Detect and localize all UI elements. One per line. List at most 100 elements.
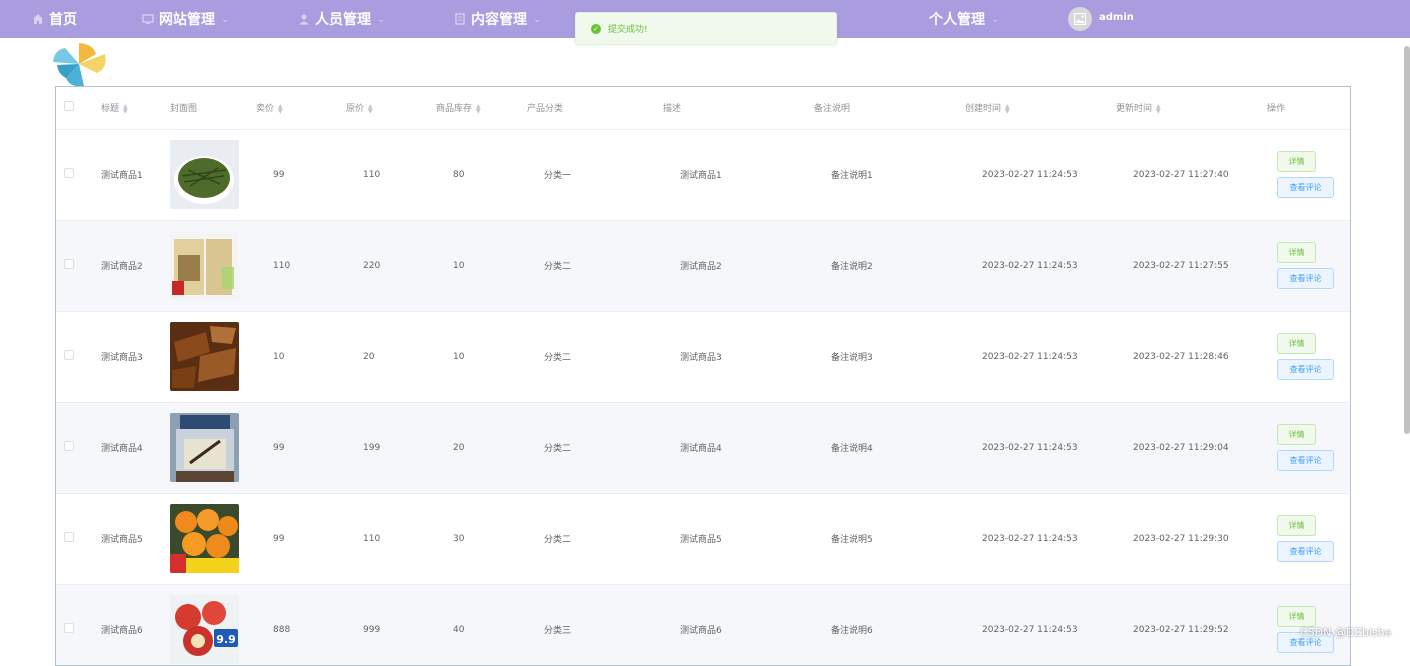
avatar[interactable] bbox=[1068, 7, 1092, 31]
chevron-down-icon: ⌄ bbox=[991, 13, 1000, 25]
column-header-note: 备注说明 bbox=[814, 87, 965, 130]
cell-note: 备注说明3 bbox=[814, 311, 965, 403]
cell-created: 2023-02-27 11:24:53 bbox=[965, 311, 1116, 403]
cell-title: 测试商品1 bbox=[101, 129, 170, 221]
column-header-cover: 封面图 bbox=[170, 87, 256, 130]
row-checkbox[interactable] bbox=[64, 441, 74, 451]
cell-note: 备注说明1 bbox=[814, 129, 965, 221]
cell-created: 2023-02-27 11:24:53 bbox=[965, 493, 1116, 585]
nav-staff-management[interactable]: 人员管理 ⌄ bbox=[298, 0, 385, 38]
cell-category: 分类二 bbox=[527, 493, 663, 585]
cell-created: 2023-02-27 11:24:53 bbox=[965, 220, 1116, 312]
select-all-checkbox[interactable] bbox=[64, 101, 74, 112]
row-checkbox[interactable] bbox=[64, 350, 74, 360]
cell-updated: 2023-02-27 11:29:30 bbox=[1116, 493, 1267, 585]
toast-message: 提交成功! bbox=[608, 25, 648, 35]
column-header-title[interactable]: 标题 ▲ ▼ bbox=[101, 87, 170, 130]
column-header-updated[interactable]: 更新时间 ▲ ▼ bbox=[1116, 87, 1267, 130]
oranges-image[interactable] bbox=[170, 504, 239, 573]
cell-category: 分类二 bbox=[527, 311, 663, 403]
view-reviews-button[interactable]: 查看评论 bbox=[1277, 268, 1334, 289]
nav-staff-management-label: 人员管理 bbox=[315, 12, 371, 28]
watermark: CSDN @DZbishe bbox=[1300, 626, 1392, 639]
column-header-created[interactable]: 创建时间 ▲ ▼ bbox=[965, 87, 1116, 130]
tea-box-image[interactable] bbox=[170, 231, 239, 300]
table-row[interactable]: 测试商品4 99 199 20 分类二 测试商品4 备注说明4 2023-02-27 11:2… bbox=[56, 402, 1350, 494]
green-tea-image[interactable] bbox=[170, 140, 239, 209]
detail-button[interactable]: 详情 bbox=[1277, 242, 1316, 263]
nav-site-management[interactable]: 网站管理 ⌄ bbox=[142, 0, 229, 38]
cell-category: 分类二 bbox=[527, 220, 663, 312]
cell-created: 2023-02-27 11:24:53 bbox=[965, 129, 1116, 221]
nav-home[interactable]: 首页 bbox=[32, 0, 77, 38]
row-checkbox[interactable] bbox=[64, 532, 74, 542]
cell-original-price: 110 bbox=[346, 129, 436, 221]
document-icon bbox=[455, 13, 465, 25]
column-header-original-price[interactable]: 原价 ▲ ▼ bbox=[346, 87, 436, 130]
cell-original-price: 110 bbox=[346, 493, 436, 585]
cell-note: 备注说明4 bbox=[814, 402, 965, 494]
cell-note: 备注说明5 bbox=[814, 493, 965, 585]
cell-original-price: 199 bbox=[346, 402, 436, 494]
detail-button[interactable]: 详情 bbox=[1277, 515, 1316, 536]
cell-price: 888 bbox=[256, 584, 346, 665]
cell-created: 2023-02-27 11:24:53 bbox=[965, 402, 1116, 494]
cell-price: 99 bbox=[256, 493, 346, 585]
sort-icon[interactable]: ▲ ▼ bbox=[278, 103, 283, 114]
row-checkbox[interactable] bbox=[64, 168, 74, 178]
sort-icon[interactable]: ▲ ▼ bbox=[123, 103, 128, 114]
sort-icon[interactable]: ▲ ▼ bbox=[1156, 103, 1161, 114]
cell-title: 测试商品6 bbox=[101, 584, 170, 665]
row-checkbox[interactable] bbox=[64, 623, 74, 633]
column-header-description: 描述 bbox=[663, 87, 814, 130]
cell-stock: 30 bbox=[436, 493, 527, 585]
cell-stock: 40 bbox=[436, 584, 527, 665]
product-table: 标题 ▲ ▼ 封面图 卖价 ▲ ▼ 原价 ▲ ▼ 商品库存 ▲ ▼ 产品分类 描述 备注说明 创… bbox=[55, 86, 1351, 666]
table-row[interactable]: 测试商品3 10 20 10 分类二 测试商品3 备注说明3 2023-02-27 11:24… bbox=[56, 311, 1350, 403]
detail-button[interactable]: 详情 bbox=[1277, 151, 1316, 172]
cell-description: 测试商品3 bbox=[663, 311, 814, 403]
cell-updated: 2023-02-27 11:28:46 bbox=[1116, 311, 1267, 403]
view-reviews-button[interactable]: 查看评论 bbox=[1277, 177, 1334, 198]
table-row[interactable]: 测试商品6 9.9 888 999 40 分类三 测试商品6 备注说明6 2023-02-27 … bbox=[56, 584, 1350, 665]
cell-updated: 2023-02-27 11:27:40 bbox=[1116, 129, 1267, 221]
detail-button[interactable]: 详情 bbox=[1277, 424, 1316, 445]
row-checkbox[interactable] bbox=[64, 259, 74, 269]
nav-personal-management[interactable]: 个人管理 ⌄ bbox=[929, 0, 999, 38]
view-reviews-button[interactable]: 查看评论 bbox=[1277, 359, 1334, 380]
view-reviews-button[interactable]: 查看评论 bbox=[1277, 541, 1334, 562]
table-row[interactable]: 测试商品2 110 220 10 分类二 测试商品2 备注说明2 2023-02-27 11:… bbox=[56, 220, 1350, 312]
cell-stock: 20 bbox=[436, 402, 527, 494]
table-row[interactable]: 测试商品1 99 110 80 分类一 测试商品1 备注说明1 2023-02-27 11:2… bbox=[56, 129, 1350, 221]
home-icon bbox=[33, 14, 43, 24]
table-row[interactable]: 测试商品5 99 110 30 分类二 测试商品5 备注说明5 2023-02-27 11:2… bbox=[56, 493, 1350, 585]
sort-icon[interactable]: ▲ ▼ bbox=[1005, 103, 1010, 114]
apples-image[interactable]: 9.9 bbox=[170, 595, 239, 664]
sort-icon[interactable]: ▲ ▼ bbox=[368, 103, 373, 114]
view-reviews-button[interactable]: 查看评论 bbox=[1277, 450, 1334, 471]
jar-image[interactable] bbox=[170, 413, 239, 482]
nav-site-management-label: 网站管理 bbox=[159, 12, 215, 28]
cell-category: 分类三 bbox=[527, 584, 663, 665]
cell-original-price: 220 bbox=[346, 220, 436, 312]
cell-title: 测试商品4 bbox=[101, 402, 170, 494]
cell-updated: 2023-02-27 11:27:55 bbox=[1116, 220, 1267, 312]
svg-text:9.9: 9.9 bbox=[216, 633, 236, 646]
column-header-price[interactable]: 卖价 ▲ ▼ bbox=[256, 87, 346, 130]
nav-content-management[interactable]: 内容管理 ⌄ bbox=[454, 0, 541, 38]
cell-description: 测试商品5 bbox=[663, 493, 814, 585]
dried-meat-image[interactable] bbox=[170, 322, 239, 391]
cell-created: 2023-02-27 11:24:53 bbox=[965, 584, 1116, 665]
cell-category: 分类二 bbox=[527, 402, 663, 494]
nav-content-management-label: 内容管理 bbox=[471, 12, 527, 28]
sort-icon[interactable]: ▲ ▼ bbox=[476, 103, 481, 114]
column-header-stock[interactable]: 商品库存 ▲ ▼ bbox=[436, 87, 527, 130]
cell-original-price: 999 bbox=[346, 584, 436, 665]
detail-button[interactable]: 详情 bbox=[1277, 606, 1316, 627]
detail-button[interactable]: 详情 bbox=[1277, 333, 1316, 354]
user-name[interactable]: admin bbox=[1099, 0, 1134, 38]
scrollbar[interactable] bbox=[1404, 46, 1410, 434]
cell-stock: 10 bbox=[436, 220, 527, 312]
cell-category: 分类一 bbox=[527, 129, 663, 221]
cell-updated: 2023-02-27 11:29:52 bbox=[1116, 584, 1267, 665]
